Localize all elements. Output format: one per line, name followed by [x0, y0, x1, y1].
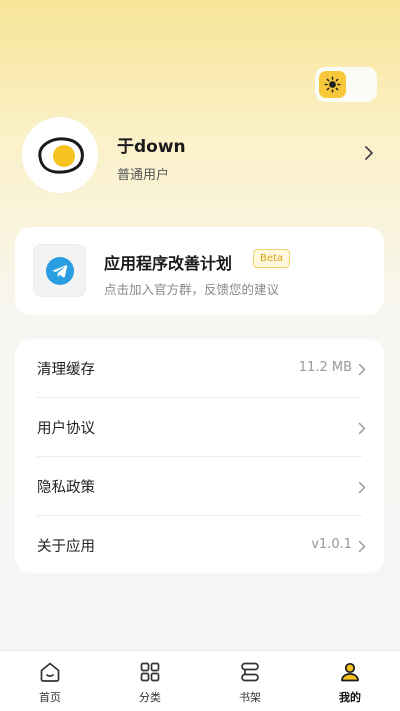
- chevron-right-icon[interactable]: [364, 145, 374, 165]
- grid-icon: [140, 662, 160, 682]
- sun-icon: [319, 71, 346, 98]
- telegram-icon: [33, 244, 86, 297]
- tab-category[interactable]: 分类: [100, 651, 200, 711]
- profile-header[interactable]: 于down 普通用户: [22, 117, 378, 193]
- app-version: v1.0.1: [311, 537, 352, 552]
- theme-toggle[interactable]: [315, 67, 377, 102]
- settings-item-label: 清理缓存: [37, 362, 95, 378]
- tab-home[interactable]: 首页: [0, 651, 100, 711]
- tab-label: 我的: [339, 691, 361, 704]
- tab-bookshelf[interactable]: 书架: [200, 651, 300, 711]
- tab-label: 首页: [39, 691, 61, 704]
- egg-avatar-icon: [38, 137, 84, 174]
- home-icon: [40, 662, 60, 682]
- bookshelf-icon: [241, 662, 259, 682]
- settings-item-label: 隐私政策: [37, 480, 95, 496]
- chevron-right-icon: [358, 420, 366, 439]
- tab-label: 书架: [239, 691, 261, 704]
- tab-label: 分类: [139, 691, 161, 704]
- settings-item-clear-cache[interactable]: 清理缓存 11.2 MB: [15, 339, 384, 397]
- improvement-subtitle: 点击加入官方群，反馈您的建议: [104, 282, 280, 297]
- improvement-title: 应用程序改善计划: [104, 254, 233, 273]
- chevron-right-icon: [358, 479, 366, 498]
- settings-item-label: 关于应用: [37, 539, 95, 555]
- settings-item-privacy-policy[interactable]: 隐私政策: [15, 457, 384, 515]
- username: 于down: [117, 137, 186, 157]
- chevron-right-icon: [358, 361, 366, 380]
- user-type: 普通用户: [117, 168, 170, 183]
- improvement-program-card[interactable]: 应用程序改善计划 Beta 点击加入官方群，反馈您的建议: [15, 227, 384, 315]
- settings-item-about[interactable]: 关于应用 v1.0.1: [15, 516, 384, 574]
- beta-badge: Beta: [253, 249, 291, 268]
- cache-size: 11.2 MB: [298, 360, 352, 375]
- tab-mine[interactable]: 我的: [300, 651, 400, 711]
- settings-item-label: 用户协议: [37, 421, 95, 437]
- chevron-right-icon: [358, 538, 366, 557]
- settings-list: 清理缓存 11.2 MB 用户协议 隐私政策 关于应用 v1.0.1: [15, 339, 384, 573]
- settings-item-user-agreement[interactable]: 用户协议: [15, 398, 384, 456]
- avatar[interactable]: [22, 117, 98, 193]
- bottom-tab-bar: 首页 分类 书架 我的: [0, 650, 400, 711]
- user-icon: [341, 662, 359, 682]
